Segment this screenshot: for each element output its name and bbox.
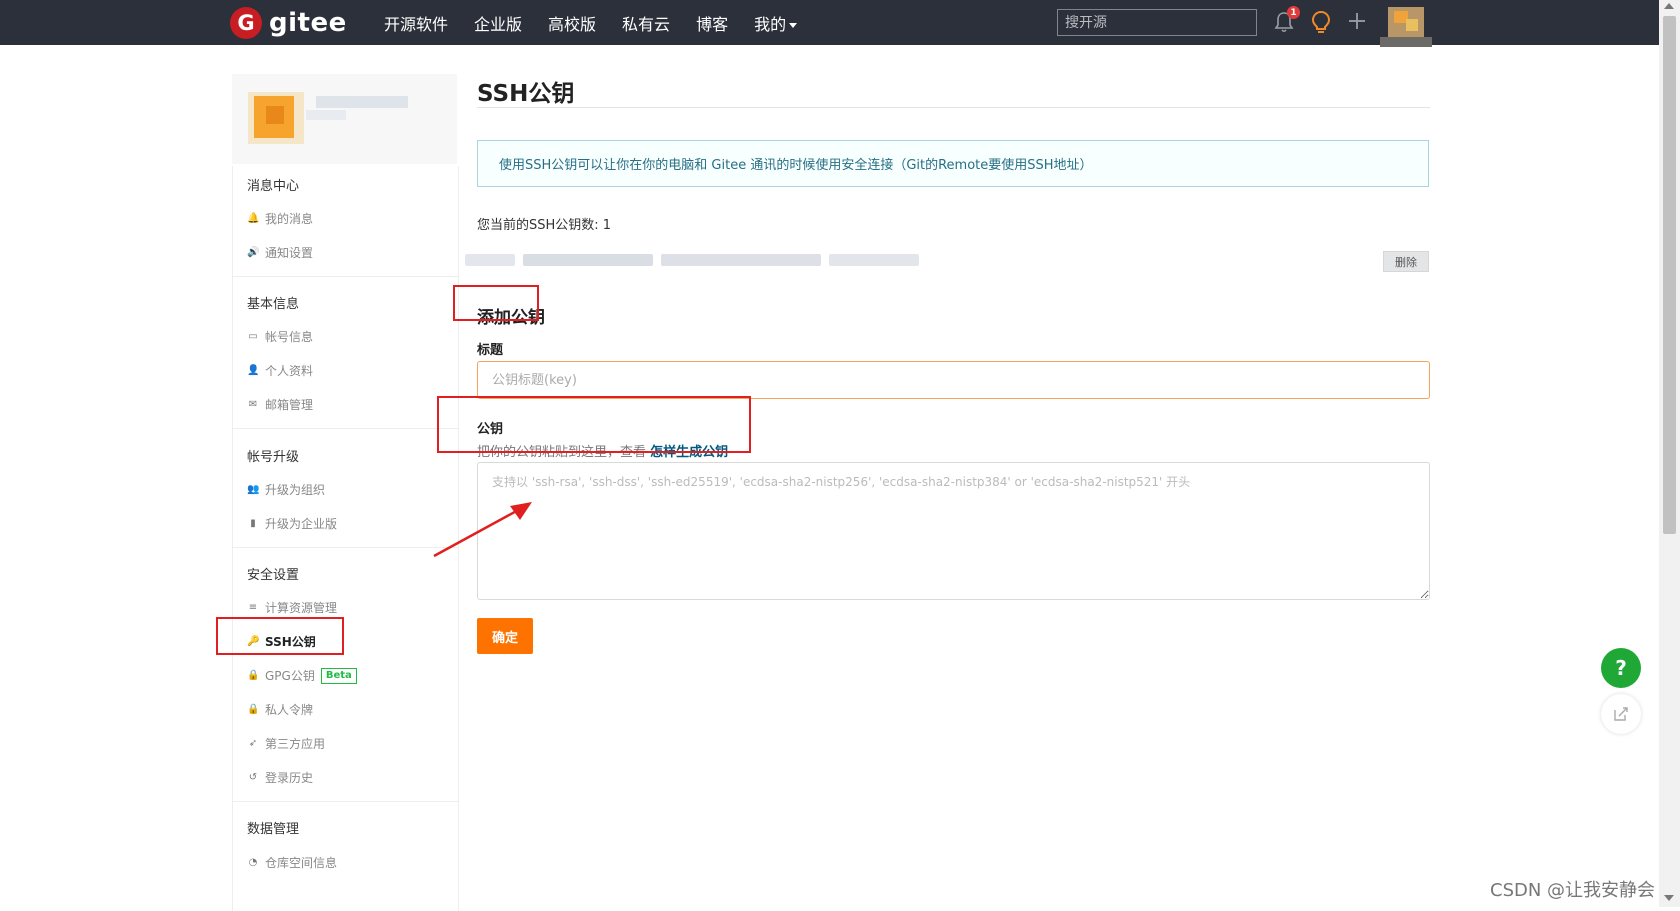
page-title: SSH公钥 [477,81,575,107]
bell-icon: 🔔 [247,213,260,224]
pie-chart-icon: ◔ [248,857,258,868]
sidebar-divider [233,428,458,429]
sidebar-item-label: 升级为组织 [265,483,326,497]
sidebar-divider [233,276,458,277]
sidebar-item-account-info[interactable]: ▭ 帐号信息 [247,328,313,345]
sidebar-item-my-messages[interactable]: 🔔 我的消息 [247,210,313,227]
lightbulb-icon[interactable] [1310,10,1332,34]
sidebar-user-card[interactable] [232,74,457,164]
sidebar-item-label: 通知设置 [265,246,314,260]
sidebar-item-label: 计算资源管理 [265,601,338,615]
public-key-textarea[interactable] [477,462,1430,600]
sidebar-item-login-history[interactable]: ↺ 登录历史 [247,769,313,786]
sidebar-item-upgrade-org[interactable]: 👥 升级为组织 [247,481,325,498]
id-card-icon: ▭ [248,331,258,342]
sidebar-group-basic-info: 基本信息 [247,297,300,312]
sidebar-divider [233,547,458,548]
sidebar-item-repo-storage[interactable]: ◔ 仓库空间信息 [247,854,337,871]
help-button[interactable]: ? [1601,648,1641,688]
ssh-key-fingerprint-blurred [465,248,975,272]
nav-mine-dropdown[interactable]: 我的 [754,11,798,35]
title-divider [477,107,1430,108]
sidebar-item-label: 私人令牌 [265,703,314,717]
sidebar-item-label: 第三方应用 [265,737,326,751]
sidebar-item-label: 升级为企业版 [265,517,338,531]
sidebar-username-blur [316,96,408,108]
sidebar-group-messages: 消息中心 [247,179,300,194]
ssh-key-blur-segment [829,254,919,266]
nav-user-avatar[interactable] [1380,5,1432,49]
sidebar-group-upgrade: 帐号升级 [247,450,300,465]
ssh-key-blur-segment [523,254,653,266]
ssh-info-message: 使用SSH公钥可以让你在你的电脑和 Gitee 通讯的时候使用安全连接（Git的… [477,140,1429,187]
gitee-logo-text: gitee [269,8,347,38]
gitee-logo-icon: G [230,7,262,39]
nav-blog[interactable]: 博客 [696,11,728,35]
delete-key-button[interactable]: 删除 [1383,251,1429,272]
nav-open-source[interactable]: 开源软件 [384,11,448,35]
scroll-up-arrow-icon[interactable] [1664,3,1674,9]
main-nav: 开源软件 企业版 高校版 私有云 博客 我的 [384,0,823,45]
token-lock-icon: 🔒 [247,704,260,715]
sidebar-item-label: 帐号信息 [265,330,314,344]
sidebar-item-gpg-keys[interactable]: 🔒 GPG公钥 Beta [247,667,357,684]
nav-mine-label: 我的 [754,14,787,34]
key-title-input[interactable] [477,361,1430,399]
mail-icon: ✉ [248,399,258,410]
sidebar-item-notification-settings[interactable]: 🔊 通知设置 [247,244,313,261]
sidebar-item-label: GPG公钥 [265,669,315,683]
edit-icon [1614,707,1628,721]
group-icon: 👥 [247,484,260,495]
rocket-icon: ➶ [248,738,258,749]
speaker-icon: 🔊 [247,247,260,258]
confirm-button[interactable]: 确定 [477,618,533,654]
ssh-key-blur-segment [661,254,821,266]
sidebar-item-private-tokens[interactable]: 🔒 私人令牌 [247,701,313,718]
list-icon: ≡ [248,602,258,613]
nav-education[interactable]: 高校版 [548,11,596,35]
sidebar-item-label: 邮箱管理 [265,398,314,412]
nav-private-cloud[interactable]: 私有云 [622,11,670,35]
gitee-logo[interactable]: G gitee [230,7,347,39]
sidebar-username-blur-2 [306,110,346,120]
settings-sidebar: 消息中心 🔔 我的消息 🔊 通知设置 基本信息 ▭ 帐号信息 👤 个人资料 ✉ … [232,74,459,911]
sidebar-item-email[interactable]: ✉ 邮箱管理 [247,396,313,413]
ssh-key-blur-segment [465,254,515,266]
sidebar-group-data: 数据管理 [247,822,300,837]
lock-icon: 🔒 [247,670,260,681]
sidebar-menu: 消息中心 🔔 我的消息 🔊 通知设置 基本信息 ▭ 帐号信息 👤 个人资料 ✉ … [232,166,459,911]
sidebar-item-label: 仓库空间信息 [265,856,338,870]
sidebar-item-label: 我的消息 [265,212,314,226]
annotation-box-key-help [437,396,751,453]
ssh-key-count: 您当前的SSH公钥数: 1 [477,218,612,233]
sidebar-item-profile[interactable]: 👤 个人资料 [247,362,313,379]
sidebar-avatar-shade [266,106,284,124]
annotation-box-add-key [453,285,539,321]
sidebar-item-third-party-apps[interactable]: ➶ 第三方应用 [247,735,325,752]
feedback-button[interactable] [1601,694,1641,734]
user-icon: 👤 [247,365,260,376]
scroll-down-arrow-icon[interactable] [1664,895,1674,901]
history-icon: ↺ [248,772,258,783]
building-icon: ▮ [250,518,256,529]
annotation-arrow [433,502,532,558]
ssh-info-text: 使用SSH公钥可以让你在你的电脑和 Gitee 通讯的时候使用安全连接（Git的… [499,158,1093,173]
caret-down-icon [789,22,798,28]
sidebar-item-label: 登录历史 [265,771,314,785]
sidebar-group-security: 安全设置 [247,568,300,583]
search-input[interactable] [1057,9,1257,36]
sidebar-item-upgrade-enterprise[interactable]: ▮ 升级为企业版 [247,515,337,532]
sidebar-divider [233,801,458,802]
annotation-box-ssh-sidebar [216,617,344,655]
csdn-watermark: CSDN @让我安静会 [1490,880,1656,901]
title-field-label: 标题 [477,343,504,358]
scrollbar-thumb[interactable] [1663,16,1676,534]
nav-enterprise[interactable]: 企业版 [474,11,522,35]
sidebar-item-compute-resources[interactable]: ≡ 计算资源管理 [247,599,337,616]
beta-badge: Beta [320,667,357,684]
plus-icon[interactable] [1346,10,1368,32]
notification-badge: 1 [1287,6,1300,19]
sidebar-item-label: 个人资料 [265,364,314,378]
